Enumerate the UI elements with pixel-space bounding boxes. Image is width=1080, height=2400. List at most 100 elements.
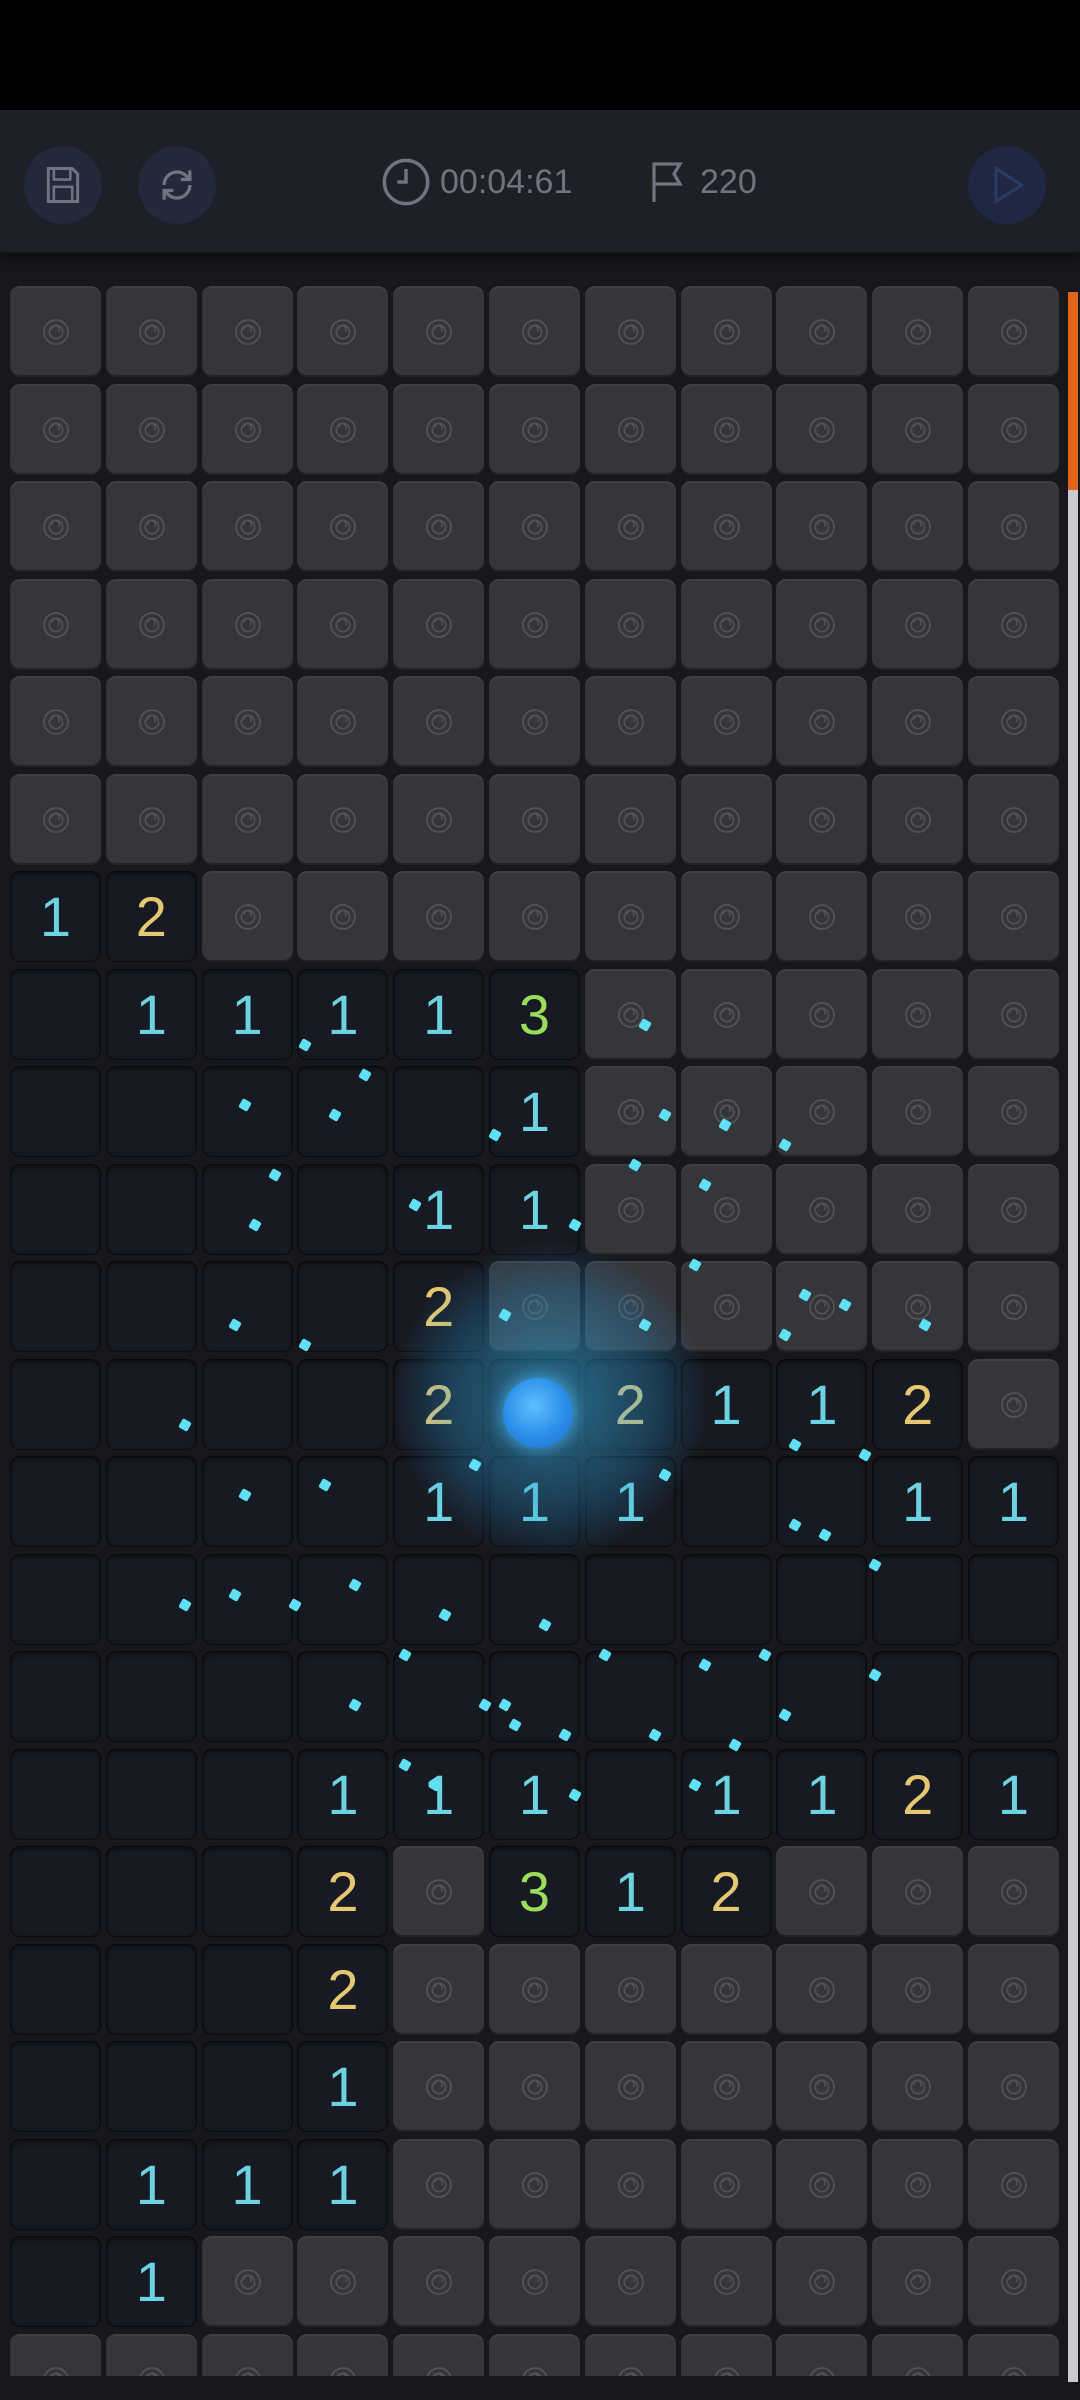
covered-cell[interactable] [776, 1163, 868, 1255]
revealed-cell[interactable] [201, 1553, 293, 1645]
covered-cell[interactable] [584, 2236, 676, 2327]
covered-cell[interactable] [489, 676, 580, 767]
revealed-cell[interactable]: 1 [201, 968, 293, 1060]
covered-cell[interactable] [680, 1261, 772, 1352]
covered-cell[interactable] [680, 578, 772, 670]
covered-cell[interactable] [776, 1846, 868, 1937]
covered-cell[interactable] [297, 871, 389, 962]
revealed-cell[interactable] [201, 1651, 293, 1742]
minesweeper-board[interactable]: 12111131112221121111111111212312211111 [10, 286, 1066, 2376]
covered-cell[interactable] [872, 773, 964, 865]
covered-cell[interactable] [489, 286, 580, 377]
covered-cell[interactable] [776, 2333, 868, 2376]
covered-cell[interactable] [489, 871, 580, 962]
covered-cell[interactable] [968, 2138, 1059, 2230]
covered-cell[interactable] [584, 481, 676, 572]
covered-cell[interactable] [968, 481, 1059, 572]
covered-cell[interactable] [680, 2138, 772, 2230]
revealed-cell[interactable] [105, 1651, 197, 1742]
revealed-cell[interactable]: 1 [393, 1456, 485, 1547]
covered-cell[interactable] [680, 2236, 772, 2327]
covered-cell[interactable] [776, 286, 868, 377]
revealed-cell[interactable]: 2 [680, 1846, 772, 1937]
revealed-cell[interactable] [105, 1358, 197, 1450]
revealed-cell[interactable]: 1 [489, 1163, 580, 1255]
revealed-cell[interactable] [584, 1651, 676, 1742]
covered-cell[interactable] [105, 773, 197, 865]
covered-cell[interactable] [393, 2041, 485, 2132]
covered-cell[interactable] [10, 773, 101, 865]
covered-cell[interactable] [872, 2333, 964, 2376]
revealed-cell[interactable] [105, 1943, 197, 2035]
covered-cell[interactable] [872, 1261, 964, 1352]
revealed-cell[interactable] [10, 1748, 101, 1840]
covered-cell[interactable] [680, 968, 772, 1060]
covered-cell[interactable] [489, 1261, 580, 1352]
covered-cell[interactable] [776, 871, 868, 962]
revealed-cell[interactable] [776, 1651, 868, 1742]
revealed-cell[interactable]: 1 [297, 968, 389, 1060]
covered-cell[interactable] [968, 578, 1059, 670]
covered-cell[interactable] [680, 481, 772, 572]
revealed-cell[interactable] [10, 1163, 101, 1255]
covered-cell[interactable] [584, 1943, 676, 2035]
covered-cell[interactable] [489, 773, 580, 865]
revealed-cell[interactable] [776, 1553, 868, 1645]
covered-cell[interactable] [680, 286, 772, 377]
revealed-cell[interactable]: 2 [393, 1261, 485, 1352]
revealed-cell[interactable]: 1 [584, 1846, 676, 1937]
covered-cell[interactable] [10, 2333, 101, 2376]
covered-cell[interactable] [584, 1261, 676, 1352]
covered-cell[interactable] [105, 578, 197, 670]
covered-cell[interactable] [393, 773, 485, 865]
covered-cell[interactable] [968, 383, 1059, 475]
covered-cell[interactable] [968, 1358, 1059, 1450]
revealed-cell[interactable] [297, 1651, 389, 1742]
covered-cell[interactable] [872, 1066, 964, 1157]
revealed-cell[interactable] [297, 1456, 389, 1547]
covered-cell[interactable] [776, 676, 868, 767]
revealed-cell[interactable] [584, 1553, 676, 1645]
covered-cell[interactable] [584, 676, 676, 767]
revealed-cell[interactable] [105, 1456, 197, 1547]
covered-cell[interactable] [680, 1943, 772, 2035]
covered-cell[interactable] [10, 481, 101, 572]
revealed-cell[interactable] [201, 2041, 293, 2132]
revealed-cell[interactable] [584, 1748, 676, 1840]
covered-cell[interactable] [968, 968, 1059, 1060]
covered-cell[interactable] [872, 968, 964, 1060]
revealed-cell[interactable] [872, 1651, 964, 1742]
covered-cell[interactable] [393, 2236, 485, 2327]
covered-cell[interactable] [776, 383, 868, 475]
covered-cell[interactable] [297, 2333, 389, 2376]
covered-cell[interactable] [968, 2333, 1059, 2376]
covered-cell[interactable] [680, 383, 772, 475]
covered-cell[interactable] [297, 2236, 389, 2327]
revealed-cell[interactable]: 2 [393, 1358, 485, 1450]
revealed-cell[interactable]: 2 [297, 1943, 389, 2035]
covered-cell[interactable] [872, 2138, 964, 2230]
covered-cell[interactable] [968, 1066, 1059, 1157]
revealed-cell[interactable] [393, 1651, 485, 1742]
covered-cell[interactable] [393, 2333, 485, 2376]
covered-cell[interactable] [489, 578, 580, 670]
revealed-cell[interactable]: 1 [968, 1456, 1059, 1547]
revealed-cell[interactable]: 1 [489, 1456, 580, 1547]
scrollbar-thumb[interactable] [1068, 292, 1078, 490]
covered-cell[interactable] [680, 1163, 772, 1255]
covered-cell[interactable] [201, 383, 293, 475]
covered-cell[interactable] [105, 676, 197, 767]
covered-cell[interactable] [968, 1261, 1059, 1352]
covered-cell[interactable] [872, 481, 964, 572]
revealed-cell[interactable] [968, 1553, 1059, 1645]
covered-cell[interactable] [872, 2041, 964, 2132]
revealed-cell[interactable]: 1 [297, 2138, 389, 2230]
covered-cell[interactable] [584, 968, 676, 1060]
restart-button[interactable] [138, 146, 216, 224]
revealed-cell[interactable] [10, 968, 101, 1060]
covered-cell[interactable] [968, 871, 1059, 962]
covered-cell[interactable] [584, 383, 676, 475]
save-button[interactable] [24, 146, 102, 224]
covered-cell[interactable] [584, 578, 676, 670]
covered-cell[interactable] [968, 773, 1059, 865]
